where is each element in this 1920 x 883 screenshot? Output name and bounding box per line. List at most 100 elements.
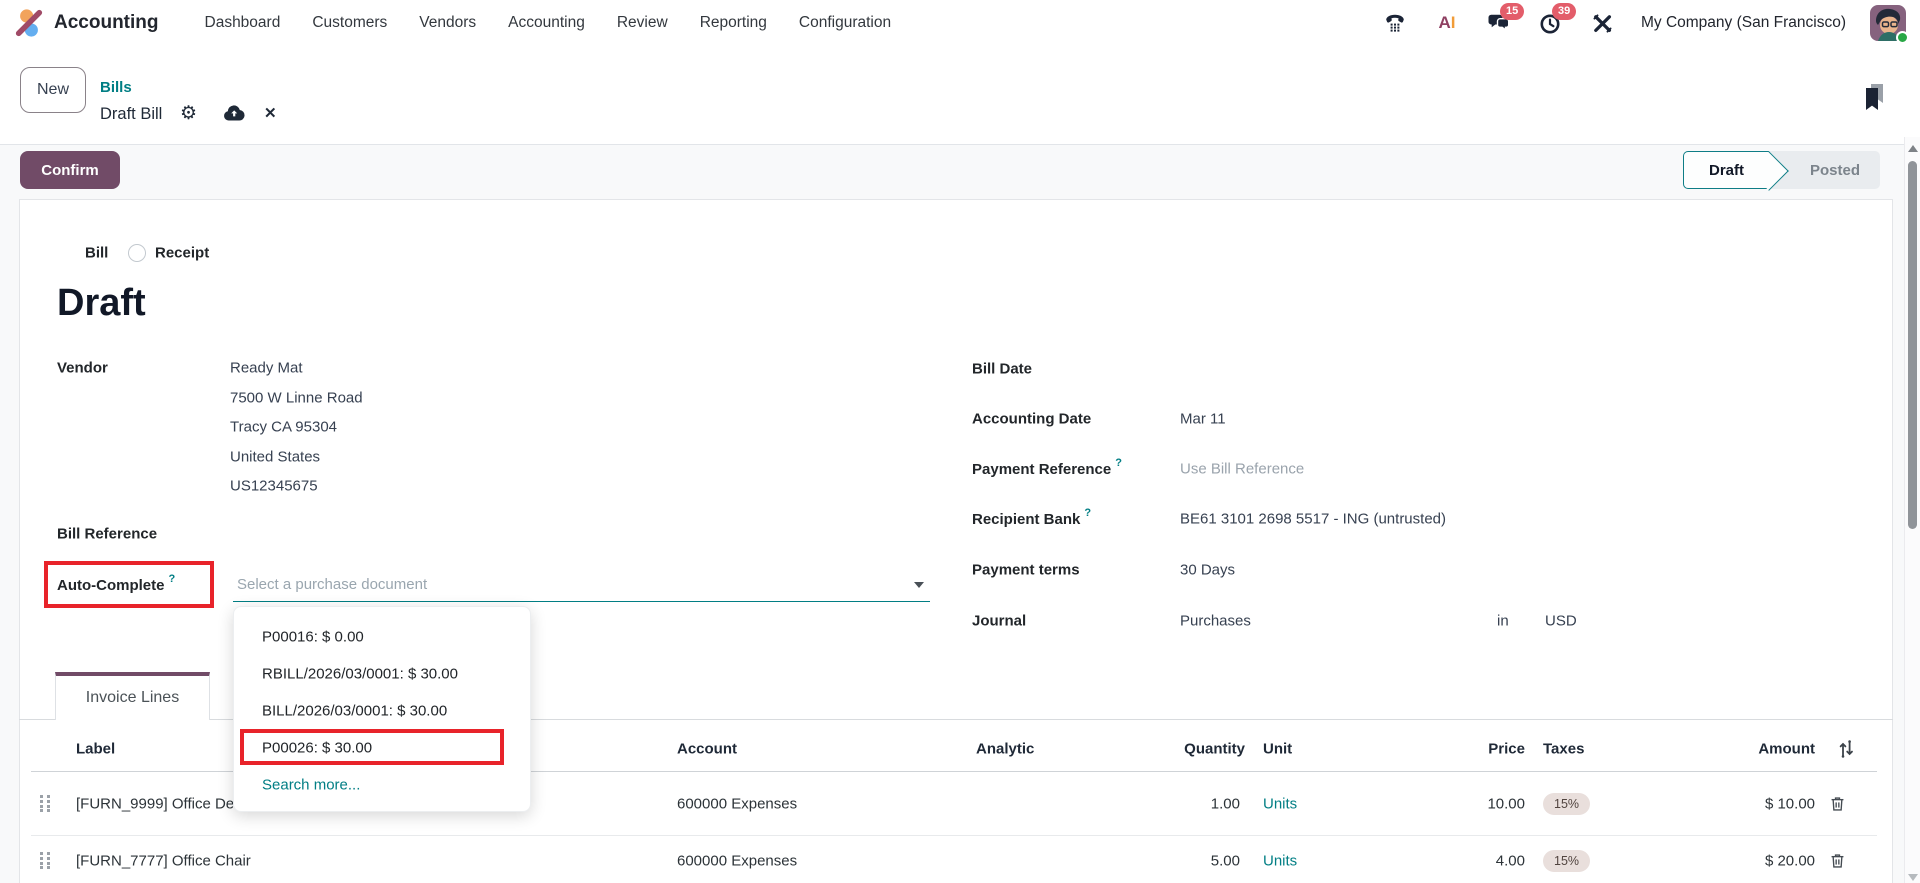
scrollbar[interactable] — [1904, 137, 1920, 883]
bill-reference-label: Bill Reference — [57, 525, 158, 543]
drag-handle-icon[interactable] — [40, 852, 52, 870]
payment-reference-value[interactable]: Use Bill Reference — [1180, 461, 1304, 478]
scrollbar-thumb[interactable] — [1908, 161, 1917, 529]
cloud-upload-icon[interactable] — [222, 103, 246, 123]
recipient-bank-label: Recipient Bank? — [972, 506, 1092, 529]
chevron-down-icon[interactable] — [914, 582, 924, 588]
payment-reference-label: Payment Reference? — [972, 456, 1122, 479]
recipient-bank-value[interactable]: BE61 3101 2698 5517 - ING (untrusted) — [1180, 511, 1446, 528]
app-name[interactable]: Accounting — [54, 12, 159, 34]
accounting-date-value[interactable]: Mar 11 — [1180, 411, 1226, 428]
state-posted[interactable]: Posted — [1790, 151, 1880, 189]
row-label[interactable]: [FURN_7777] Office Chair — [76, 853, 251, 870]
activities-icon[interactable]: 39 — [1537, 3, 1577, 36]
row-tax-badge[interactable]: 15% — [1543, 850, 1591, 872]
scrollbar-down-arrow[interactable] — [1908, 874, 1918, 881]
row-unit[interactable]: Units — [1263, 796, 1297, 813]
vendor-address-line: 7500 W Linne Road — [230, 389, 363, 407]
row-amount: $ 20.00 — [1764, 852, 1815, 870]
help-icon[interactable]: ? — [1084, 507, 1091, 519]
row-account[interactable]: 600000 Expenses — [677, 853, 797, 870]
radio-receipt-label[interactable]: Receipt — [155, 245, 209, 262]
autocomplete-dropdown: P00016: $ 0.00 RBILL/2026/03/0001: $ 30.… — [233, 606, 531, 812]
drag-handle-icon[interactable] — [40, 795, 52, 813]
row-amount: $ 10.00 — [1764, 795, 1815, 813]
breadcrumb-current: Draft Bill — [100, 105, 163, 123]
tools-icon[interactable] — [1589, 10, 1617, 36]
nav-item-reporting[interactable]: Reporting — [700, 14, 767, 32]
main-menu: Dashboard Customers Vendors Accounting R… — [205, 14, 892, 32]
col-header-label[interactable]: Label — [76, 741, 115, 758]
col-header-analytic[interactable]: Analytic — [976, 741, 1034, 758]
vendor-name[interactable]: Ready Mat — [230, 360, 303, 377]
row-quantity[interactable]: 1.00 — [1140, 796, 1240, 813]
payment-terms-value[interactable]: 30 Days — [1180, 562, 1235, 579]
radio-receipt[interactable] — [128, 244, 146, 262]
row-unit[interactable]: Units — [1263, 853, 1297, 870]
vendor-vat: US12345675 — [230, 477, 318, 495]
tab-invoice-lines[interactable]: Invoice Lines — [55, 672, 210, 720]
nav-item-dashboard[interactable]: Dashboard — [205, 14, 281, 32]
journal-value[interactable]: Purchases — [1180, 613, 1251, 630]
form-statusbar — [0, 144, 1920, 199]
help-icon[interactable]: ? — [169, 573, 176, 585]
user-avatar[interactable] — [1870, 5, 1909, 44]
nav-item-configuration[interactable]: Configuration — [799, 14, 891, 32]
row-price[interactable]: 4.00 — [1425, 853, 1525, 870]
nav-item-vendors[interactable]: Vendors — [419, 14, 476, 32]
scrollbar-up-arrow[interactable] — [1908, 145, 1918, 152]
state-widget: Draft Posted — [1683, 151, 1880, 189]
activities-badge: 39 — [1551, 3, 1577, 20]
col-header-unit[interactable]: Unit — [1263, 741, 1292, 758]
trash-icon[interactable] — [1828, 851, 1847, 871]
nav-item-review[interactable]: Review — [617, 14, 668, 32]
dropdown-item-highlighted[interactable]: P00026: $ 30.00 — [262, 740, 372, 757]
online-status-dot — [1896, 31, 1909, 44]
bookmark-icon[interactable] — [1858, 80, 1892, 114]
col-header-amount[interactable]: Amount — [1665, 741, 1815, 758]
dropdown-item[interactable]: BILL/2026/03/0001: $ 30.00 — [262, 703, 447, 720]
top-navbar: Accounting Dashboard Customers Vendors A… — [0, 0, 1920, 46]
company-switcher[interactable]: My Company (San Francisco) — [1641, 14, 1846, 32]
vendor-address-line: United States — [230, 448, 321, 466]
col-header-taxes[interactable]: Taxes — [1543, 741, 1584, 758]
state-draft[interactable]: Draft — [1683, 151, 1769, 189]
col-header-price[interactable]: Price — [1425, 741, 1525, 758]
auto-complete-label: Auto-Complete? — [57, 572, 176, 595]
new-button[interactable]: New — [20, 67, 86, 113]
breadcrumb-bills-link[interactable]: Bills — [100, 79, 132, 96]
table-row-divider — [31, 835, 1877, 836]
phone-icon[interactable] — [1381, 10, 1409, 36]
row-price[interactable]: 10.00 — [1425, 796, 1525, 813]
messages-icon[interactable]: 15 — [1485, 3, 1525, 36]
confirm-button[interactable]: Confirm — [20, 151, 120, 189]
dropdown-item[interactable]: RBILL/2026/03/0001: $ 30.00 — [262, 666, 458, 683]
accounting-app-logo-icon[interactable] — [14, 8, 44, 38]
row-tax-badge[interactable]: 15% — [1543, 793, 1591, 815]
ai-icon[interactable]: AI — [1433, 10, 1461, 36]
dropdown-search-more[interactable]: Search more... — [262, 777, 360, 794]
auto-complete-input[interactable] — [233, 568, 930, 602]
row-quantity[interactable]: 5.00 — [1140, 853, 1240, 870]
nav-item-accounting[interactable]: Accounting — [508, 14, 585, 32]
payment-terms-label: Payment terms — [972, 561, 1080, 579]
journal-in-text: in — [1497, 612, 1509, 630]
bill-date-label: Bill Date — [972, 360, 1033, 378]
optional-columns-icon[interactable] — [1836, 739, 1856, 759]
radio-bill-label[interactable]: Bill — [85, 245, 108, 262]
accounting-date-label: Accounting Date — [972, 410, 1092, 428]
dropdown-item[interactable]: P00016: $ 0.00 — [262, 629, 364, 646]
trash-icon[interactable] — [1828, 794, 1847, 814]
col-header-quantity[interactable]: Quantity — [1145, 741, 1245, 758]
vendor-label: Vendor — [57, 359, 108, 377]
odoo-accounting-app: Accounting Dashboard Customers Vendors A… — [0, 0, 1920, 883]
row-account[interactable]: 600000 Expenses — [677, 796, 797, 813]
close-icon[interactable]: ✕ — [264, 104, 277, 122]
gear-icon[interactable]: ⚙ — [180, 102, 197, 125]
vendor-address-line: Tracy CA 95304 — [230, 418, 337, 436]
journal-currency[interactable]: USD — [1545, 613, 1577, 630]
help-icon[interactable]: ? — [1115, 457, 1122, 469]
document-state-title: Draft — [57, 282, 146, 324]
nav-item-customers[interactable]: Customers — [312, 14, 387, 32]
col-header-account[interactable]: Account — [677, 741, 737, 758]
